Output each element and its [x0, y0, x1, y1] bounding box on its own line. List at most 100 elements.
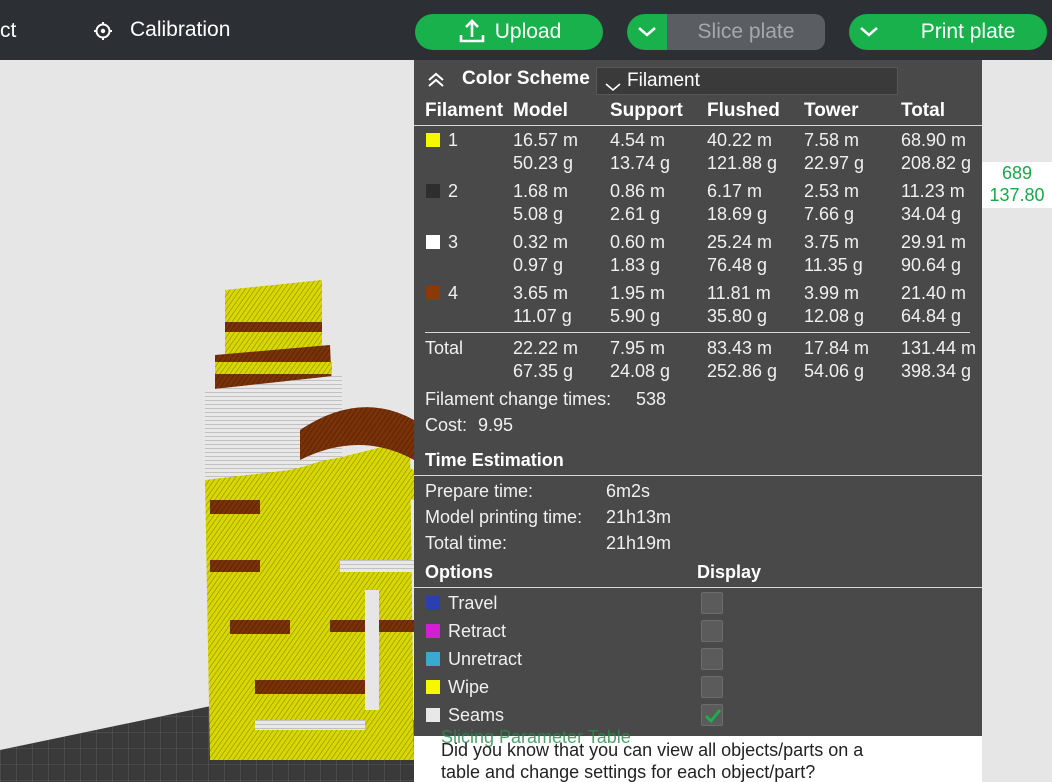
filament-3-support-weight: 1.83 g [610, 255, 661, 275]
filament-2-total-weight: 34.04 g [901, 204, 962, 224]
chevron-down-icon [637, 20, 657, 44]
total-total-weight: 398.34 g [901, 361, 972, 381]
filament-4-tower-weight: 12.08 g [804, 306, 865, 326]
prepare-time-value: 6m2s [606, 481, 651, 501]
color-scheme-select[interactable]: Filament [596, 67, 898, 95]
seams-display-checkbox[interactable] [701, 704, 723, 726]
wipe-display-checkbox[interactable] [701, 676, 723, 698]
total-tower-weight: 54.06 g [804, 361, 865, 381]
layer-number: 689 [1001, 163, 1033, 183]
filament-1-flushed-length: 40.22 m [707, 130, 773, 150]
filament-3-swatch [426, 235, 440, 249]
chevron-down-icon [859, 20, 879, 44]
filament-3-flushed-length: 25.24 m [707, 232, 773, 252]
filament-1-id: 1 [448, 130, 459, 150]
filament-4-flushed-length: 11.81 m [707, 283, 771, 303]
unretract-swatch [426, 652, 440, 666]
filament-1-total-weight: 208.82 g [901, 153, 972, 173]
filament-4-id: 4 [448, 283, 459, 303]
filament-3-total-length: 29.91 m [901, 232, 967, 252]
prepare-time-label: Prepare time: [425, 481, 534, 501]
header-support: Support [610, 100, 683, 121]
tip-text-line-2: table and change settings for each objec… [441, 762, 816, 782]
total-support-weight: 24.08 g [610, 361, 671, 381]
filament-2-total-length: 11.23 m [901, 181, 965, 201]
tip-banner: Slicing Parameter Table Did you know tha… [414, 727, 982, 782]
travel-display-checkbox[interactable] [701, 592, 723, 614]
filament-4-total-weight: 64.84 g [901, 306, 962, 326]
divider [414, 125, 982, 126]
filament-4-total-length: 21.40 m [901, 283, 967, 303]
total-tower-length: 17.84 m [804, 338, 870, 358]
wipe-swatch [426, 680, 440, 694]
filament-change-value: 538 [636, 389, 667, 409]
calibration-tab[interactable]: Calibration [130, 18, 230, 42]
filament-1-tower-length: 7.58 m [804, 130, 860, 150]
model-printing-time-value: 21h13m [606, 507, 672, 527]
slice-plate-button[interactable]: Slice plate [667, 14, 825, 50]
filament-3-tower-length: 3.75 m [804, 232, 860, 252]
option-unretract-label: Unretract [448, 649, 523, 669]
filament-3-model-length: 0.32 m [513, 232, 569, 252]
print-plate-button[interactable]: Print plate [889, 14, 1047, 50]
filament-4-tower-length: 3.99 m [804, 283, 860, 303]
header-model: Model [513, 100, 568, 121]
option-wipe-label: Wipe [448, 677, 490, 697]
seams-swatch [426, 708, 440, 722]
travel-swatch [426, 596, 440, 610]
filament-2-support-weight: 2.61 g [610, 204, 661, 224]
total-flushed-length: 83.43 m [707, 338, 773, 358]
layer-height: 137.80 [989, 185, 1045, 205]
filament-4-flushed-weight: 35.80 g [707, 306, 768, 326]
display-heading: Display [697, 562, 762, 582]
collapse-icon[interactable] [426, 70, 446, 90]
color-scheme-value: Filament [627, 70, 700, 91]
divider [425, 332, 970, 333]
filament-2-id: 2 [448, 181, 459, 201]
option-seams-label: Seams [448, 705, 505, 725]
print-plate-label: Print plate [920, 20, 1016, 43]
upload-button[interactable]: Upload [415, 14, 603, 50]
options-heading: Options [425, 562, 493, 582]
cost-value: 9.95 [478, 415, 514, 435]
total-row-label: Total [425, 338, 464, 358]
filament-2-tower-weight: 7.66 g [804, 204, 855, 224]
filament-3-support-length: 0.60 m [610, 232, 666, 252]
retract-display-checkbox[interactable] [701, 620, 723, 642]
filament-4-model-length: 3.65 m [513, 283, 569, 303]
model-printing-time-label: Model printing time: [425, 507, 583, 527]
header-tower: Tower [804, 100, 859, 121]
header-filament: Filament [425, 100, 504, 121]
print-dropdown-toggle[interactable] [849, 14, 889, 50]
layer-slider-readout: 689 137.80 [982, 162, 1052, 208]
legend-panel: Color Scheme Filament Filament Model Sup… [414, 60, 982, 736]
option-retract-label: Retract [448, 621, 507, 641]
filament-3-flushed-weight: 76.48 g [707, 255, 768, 275]
slice-dropdown-toggle[interactable] [627, 14, 667, 50]
filament-2-flushed-length: 6.17 m [707, 181, 763, 201]
slice-plate-label: Slice plate [697, 20, 795, 43]
checkmark-icon [702, 709, 724, 731]
cost-label: Cost: [425, 415, 468, 435]
project-tab-label[interactable]: ct [0, 19, 16, 43]
filament-3-tower-weight: 11.35 g [804, 255, 863, 275]
header-flushed: Flushed [707, 100, 780, 121]
total-time-value: 21h19m [606, 533, 672, 553]
filament-1-support-length: 4.54 m [610, 130, 666, 150]
chevron-down-icon [605, 74, 621, 100]
calibration-icon [94, 22, 112, 40]
filament-1-model-weight: 50.23 g [513, 153, 574, 173]
filament-2-model-weight: 5.08 g [513, 204, 564, 224]
header-total: Total [901, 100, 945, 121]
upload-label: Upload [494, 20, 562, 43]
filament-1-model-length: 16.57 m [513, 130, 579, 150]
color-scheme-label: Color Scheme [462, 68, 590, 89]
option-travel-label: Travel [448, 593, 498, 613]
filament-1-swatch [426, 133, 440, 147]
tip-text-line-1: Did you know that you can view all objec… [441, 740, 864, 760]
unretract-display-checkbox[interactable] [701, 648, 723, 670]
retract-swatch [426, 624, 440, 638]
filament-1-support-weight: 13.74 g [610, 153, 671, 173]
filament-1-flushed-weight: 121.88 g [707, 153, 778, 173]
filament-change-label: Filament change times: [425, 389, 612, 409]
